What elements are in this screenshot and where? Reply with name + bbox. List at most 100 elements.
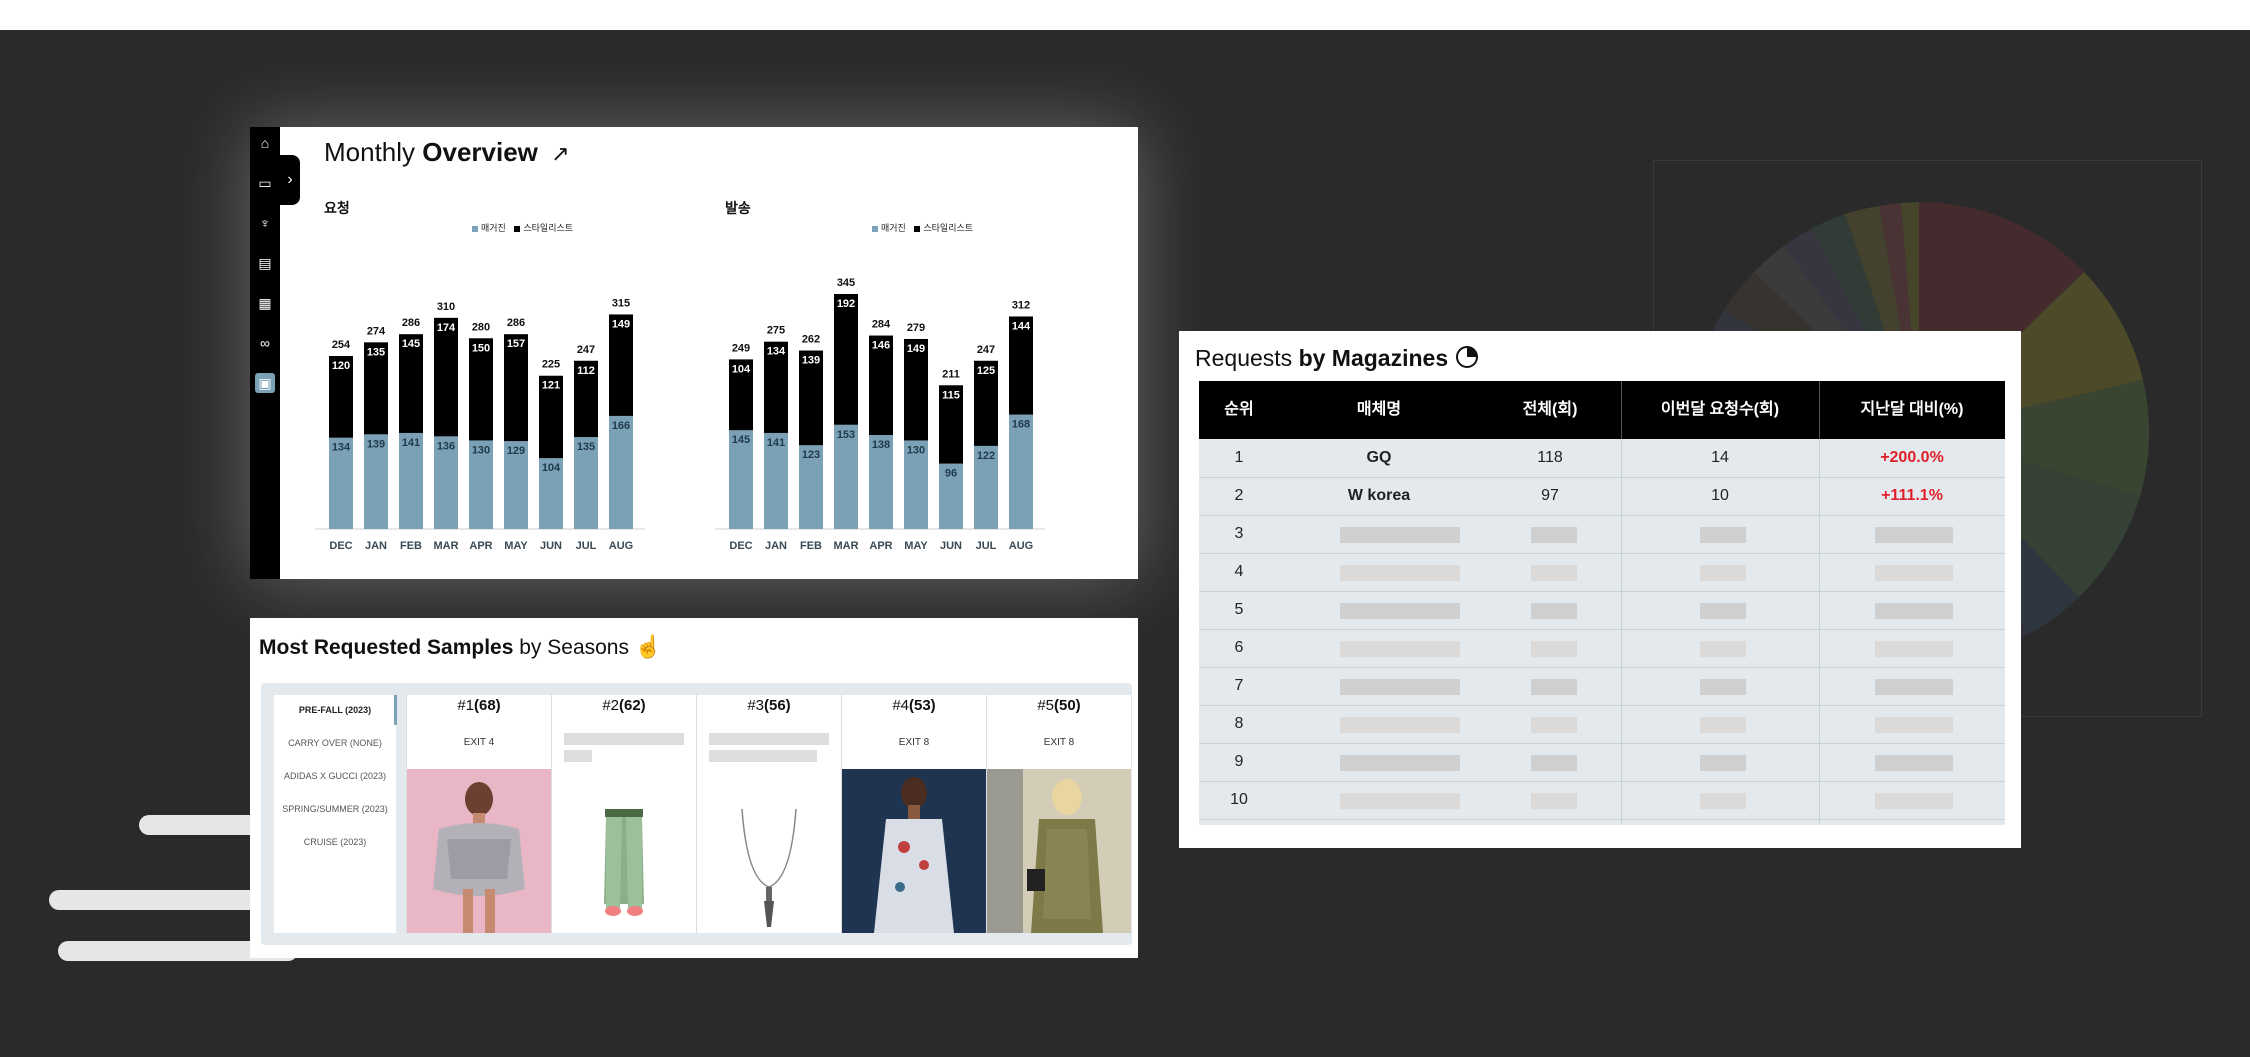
column-header[interactable]: 전체(회) [1479,381,1621,439]
x-tick-label: AUG [1009,540,1033,552]
season-item[interactable]: CRUISE (2023) [274,837,396,847]
hand-pointer-icon: ☝ [634,634,663,659]
data-label-total: 284 [872,319,891,331]
data-label-stylist: 125 [977,365,995,377]
magazine-name-cell: W korea [1347,487,1411,504]
x-tick-label: MAY [904,540,928,552]
data-label-magazine: 141 [767,437,785,449]
requests-by-magazines-panel: Requests by Magazines 순위 매체명 전체(회) 이번달 요… [1179,331,2021,848]
necklace-photo [697,769,841,933]
column-header[interactable]: 이번달 요청수(회) [1621,381,1819,439]
table-row[interactable]: 9 [1199,743,2005,782]
table-row[interactable]: 5 [1199,591,2005,630]
placeholder-bar [1875,679,1953,695]
data-label-stylist: 149 [612,318,630,330]
data-label-stylist: 144 [1012,320,1031,332]
placeholder-bar [1531,755,1577,771]
table-row[interactable]: 10 [1199,781,2005,820]
data-label-stylist: 134 [767,346,786,358]
season-item[interactable]: PRE-FALL (2023) [274,705,396,715]
sample-card[interactable]: #1(68) EXIT 4 [406,695,551,933]
placeholder-bar [1700,603,1746,619]
sample-card[interactable]: #5(50) EXIT 8 [986,695,1131,933]
placeholder-bar [1700,527,1746,543]
title-light: Monthly [324,137,416,167]
placeholder-bar [1700,793,1746,809]
legend-label-stylist: 스타일리스트 [523,223,574,233]
table-body: 1 GQ 118 14 +200.0% 2 W korea 97 10 +111… [1199,439,2005,825]
placeholder-bar [1531,679,1577,695]
column-header[interactable]: 순위 [1199,381,1279,439]
table-row[interactable]: 6 [1199,629,2005,668]
clipboard-icon[interactable]: ▤ [255,253,275,273]
placeholder-bar [1875,717,1953,733]
calendar-icon[interactable]: ▦ [255,293,275,313]
table-row[interactable]: 7 [1199,667,2005,706]
monitor-icon[interactable]: ▭ [255,173,275,193]
column-header[interactable]: 매체명 [1279,381,1479,439]
data-label-total: 254 [332,339,351,351]
legend-label-stylist: 스타일리스트 [923,223,974,233]
sample-card[interactable]: #2(62) [551,695,696,933]
request-chart-legend: 매거진 스타일리스트 [466,221,573,234]
placeholder-bar [1340,641,1460,657]
placeholder-bar [1340,717,1460,733]
data-label-total: 262 [802,334,820,346]
data-label-total: 279 [907,322,925,334]
sample-card[interactable]: #4(53) EXIT 8 [841,695,986,933]
samples-title-light: by Seasons [519,636,629,659]
placeholder-bar [1531,565,1577,581]
placeholder-bar [1340,679,1460,695]
magazines-title-bold: by Magazines [1298,345,1449,371]
table-row[interactable]: 8 [1199,705,2005,744]
legend-swatch-magazine [472,225,478,232]
dashboard-icon[interactable]: ▣ [255,373,275,393]
table-row[interactable]: 3 [1199,515,2005,554]
data-label-magazine: 104 [542,462,561,474]
rank-cell: 10 [1230,791,1248,808]
sample-rank: #4(53) [892,697,936,714]
sidebar-expand-button[interactable]: › [280,155,300,205]
x-tick-label: MAR [433,540,458,552]
placeholder-bar [1531,527,1577,543]
sample-card[interactable]: #3(56) [696,695,841,933]
rank-cell: 2 [1234,487,1244,504]
link-icon[interactable]: ∞ [255,333,275,353]
data-label-magazine: 145 [732,434,750,446]
data-label-total: 225 [542,359,560,371]
placeholder-bar [1700,641,1746,657]
data-label-magazine: 96 [945,468,957,480]
placeholder-bar [1700,755,1746,771]
data-label-total: 286 [402,317,420,329]
bar-segment-stylist [834,294,858,425]
placeholder-bar [1875,603,1953,619]
data-label-stylist: 146 [872,340,890,352]
table-row[interactable]: 1 GQ 118 14 +200.0% [1199,439,2005,478]
x-tick-label: AUG [609,540,633,552]
trend-up-icon: ↗ [551,141,570,166]
shirt-icon[interactable]: ♆ [255,213,275,233]
season-item[interactable]: CARRY OVER (NONE) [274,738,396,748]
x-tick-label: APR [469,540,492,552]
x-tick-label: JUL [576,540,597,552]
placeholder-bar [564,733,684,745]
legend-label-magazine: 매거진 [481,223,506,233]
placeholder-bar [1340,603,1460,619]
placeholder-bar [709,733,829,745]
data-label-magazine: 153 [837,429,855,441]
table-row[interactable]: 4 [1199,553,2005,592]
x-tick-label: JUN [540,540,562,552]
season-item[interactable]: ADIDAS X GUCCI (2023) [274,771,396,781]
data-label-magazine: 129 [507,445,525,457]
table-header: 순위 매체명 전체(회) 이번달 요청수(회) 지난달 대비(%) [1199,381,2005,439]
data-label-total: 280 [472,321,490,333]
table-row[interactable]: 2 W korea 97 10 +111.1% [1199,477,2005,516]
change-cell: +200.0% [1880,449,1944,466]
home-icon[interactable]: ⌂ [255,133,275,153]
season-item[interactable]: SPRING/SUMMER (2023) [274,804,396,814]
placeholder-bar [1875,755,1953,771]
this-month-cell: 14 [1711,449,1729,466]
data-label-total: 211 [942,368,960,380]
data-label-total: 249 [732,342,750,354]
column-header[interactable]: 지난달 대비(%) [1819,381,2005,439]
